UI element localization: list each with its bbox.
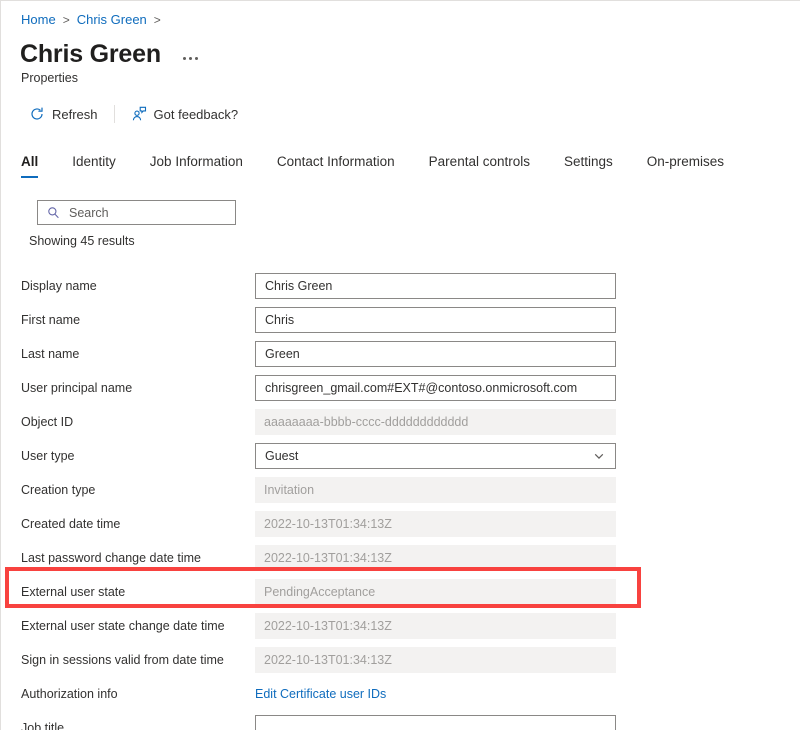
field-value: Guest [265, 449, 299, 463]
field-value: chrisgreen_gmail.com#EXT#@contoso.onmicr… [265, 381, 578, 395]
refresh-label: Refresh [52, 106, 98, 122]
field-value: 2022-10-13T01:34:13Z [264, 551, 392, 565]
search-icon [48, 207, 59, 219]
feedback-person-icon [132, 106, 146, 121]
field-row-external-user-state-change-date-time: External user state change date time 202… [1, 609, 800, 643]
sign-in-sessions-valid-from-date-time-value: 2022-10-13T01:34:13Z [255, 647, 616, 673]
field-label: Object ID [21, 415, 74, 429]
field-row-authorization-info: Authorization info Edit Certificate user… [1, 677, 800, 711]
object-id-value: aaaaaaaa-bbbb-cccc-dddddddddddd [255, 409, 616, 435]
properties-form: Display name Chris Green First name Chri… [1, 269, 800, 730]
field-row-object-id: Object ID aaaaaaaa-bbbb-cccc-ddddddddddd… [1, 405, 800, 439]
authorization-info-control: Edit Certificate user IDs [255, 681, 616, 707]
field-label: External user state [21, 585, 126, 599]
field-label: External user state change date time [21, 619, 225, 633]
tab-bar: All Identity Job Information Contact Inf… [21, 144, 758, 178]
page-subtitle: Properties [21, 71, 78, 85]
tab-parental-controls[interactable]: Parental controls [429, 154, 530, 178]
field-value: Chris Green [265, 279, 333, 293]
field-value: Chris [265, 313, 295, 327]
external-user-state-value: PendingAcceptance [255, 579, 616, 605]
got-feedback-label: Got feedback? [153, 106, 239, 122]
field-label: Display name [21, 279, 97, 293]
edit-certificate-user-ids-link[interactable]: Edit Certificate user IDs [255, 687, 386, 701]
field-value: Green [265, 347, 300, 361]
field-label: User principal name [21, 381, 133, 395]
field-value: Invitation [264, 483, 315, 497]
user-properties-page: Home > Chris Green > Chris Green Propert… [0, 0, 800, 730]
field-label: Sign in sessions valid from date time [21, 653, 224, 667]
field-label: Creation type [21, 483, 96, 497]
command-bar: Refresh Got feedback? [21, 98, 246, 130]
page-title: Chris Green [20, 40, 161, 68]
field-row-first-name: First name Chris [1, 303, 800, 337]
last-password-change-date-time-value: 2022-10-13T01:34:13Z [255, 545, 616, 571]
tab-settings[interactable]: Settings [564, 154, 613, 178]
field-label: Last password change date time [21, 551, 201, 565]
field-label: First name [21, 313, 81, 327]
breadcrumb-item-chris-green[interactable]: Chris Green [77, 11, 147, 29]
field-label: Last name [21, 347, 80, 361]
field-value: 2022-10-13T01:34:13Z [264, 619, 392, 633]
field-value: aaaaaaaa-bbbb-cccc-dddddddddddd [264, 415, 469, 429]
search-input[interactable] [69, 205, 219, 220]
toolbar-divider [113, 105, 115, 123]
search-box[interactable] [37, 200, 236, 225]
creation-type-value: Invitation [255, 477, 616, 503]
field-row-last-password-change-date-time: Last password change date time 2022-10-1… [1, 541, 800, 575]
field-row-user-principal-name: User principal name chrisgreen_gmail.com… [1, 371, 800, 405]
field-label: Authorization info [21, 687, 118, 701]
external-user-state-change-date-time-value: 2022-10-13T01:34:13Z [255, 613, 616, 639]
field-row-user-type: User type Guest [1, 439, 800, 473]
field-row-display-name: Display name Chris Green [1, 269, 800, 303]
field-label: User type [21, 449, 75, 463]
tab-all[interactable]: All [21, 154, 39, 178]
tab-on-premises[interactable]: On-premises [647, 154, 724, 178]
results-count: Showing 45 results [29, 234, 135, 248]
chevron-down-icon [594, 453, 604, 459]
tab-identity[interactable]: Identity [72, 154, 116, 178]
field-row-job-title: Job title [1, 711, 800, 730]
display-name-input[interactable]: Chris Green [255, 273, 616, 299]
field-row-created-date-time: Created date time 2022-10-13T01:34:13Z [1, 507, 800, 541]
user-principal-name-input[interactable]: chrisgreen_gmail.com#EXT#@contoso.onmicr… [255, 375, 616, 401]
title-row: Chris Green [20, 39, 202, 69]
refresh-icon [31, 107, 43, 120]
field-value: 2022-10-13T01:34:13Z [264, 517, 392, 531]
breadcrumb: Home > Chris Green > [21, 11, 168, 29]
field-label: Created date time [21, 517, 121, 531]
tab-job-information[interactable]: Job Information [150, 154, 243, 178]
field-row-external-user-state: External user state PendingAcceptance [1, 575, 800, 609]
tab-contact-information[interactable]: Contact Information [277, 154, 395, 178]
last-name-input[interactable]: Green [255, 341, 616, 367]
field-value: 2022-10-13T01:34:13Z [264, 653, 392, 667]
more-options-icon[interactable] [179, 53, 202, 64]
created-date-time-value: 2022-10-13T01:34:13Z [255, 511, 616, 537]
breadcrumb-separator-icon: > [62, 13, 70, 27]
field-label: Job title [21, 721, 65, 730]
first-name-input[interactable]: Chris [255, 307, 616, 333]
user-type-dropdown[interactable]: Guest [255, 443, 616, 469]
got-feedback-button[interactable]: Got feedback? [123, 102, 247, 126]
job-title-input[interactable] [255, 715, 616, 730]
field-value: PendingAcceptance [264, 585, 376, 599]
refresh-button[interactable]: Refresh [21, 102, 106, 126]
field-row-sign-in-sessions-valid-from-date-time: Sign in sessions valid from date time 20… [1, 643, 800, 677]
breadcrumb-item-home[interactable]: Home [21, 11, 56, 29]
breadcrumb-separator-icon-2: > [153, 13, 161, 27]
field-row-creation-type: Creation type Invitation [1, 473, 800, 507]
field-row-last-name: Last name Green [1, 337, 800, 371]
